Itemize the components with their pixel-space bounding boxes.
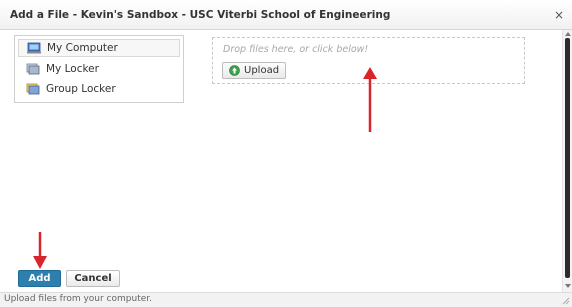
- source-sidebar: My Computer My Locker Group Locker: [14, 35, 184, 103]
- dialog-title: Add a File - Kevin's Sandbox - USC Viter…: [10, 9, 391, 21]
- upload-button[interactable]: Upload: [222, 62, 286, 79]
- annotation-arrow-down-icon: [33, 232, 47, 269]
- annotation-arrow-up-icon: [363, 67, 377, 132]
- add-button[interactable]: Add: [18, 270, 61, 287]
- scroll-down-icon[interactable]: [565, 284, 571, 288]
- upload-label: Upload: [244, 65, 280, 76]
- cancel-button[interactable]: Cancel: [66, 270, 120, 287]
- locker-icon: [26, 63, 40, 75]
- sidebar-item-label: My Computer: [47, 42, 118, 54]
- scroll-up-icon[interactable]: [565, 32, 571, 36]
- dialog-titlebar: Add a File - Kevin's Sandbox - USC Viter…: [0, 0, 572, 30]
- sidebar-item-my-computer[interactable]: My Computer: [18, 39, 180, 57]
- sidebar-item-my-locker[interactable]: My Locker: [18, 60, 180, 78]
- sidebar-item-label: My Locker: [46, 63, 99, 75]
- upload-icon: [229, 65, 240, 76]
- sidebar-item-group-locker[interactable]: Group Locker: [18, 80, 180, 98]
- drop-hint-text: Drop files here, or click below!: [223, 44, 369, 55]
- status-text: Upload files from your computer.: [4, 294, 152, 304]
- scroll-thumb[interactable]: [565, 38, 570, 278]
- status-bar: Upload files from your computer.: [0, 292, 572, 307]
- close-button[interactable]: ×: [552, 8, 566, 22]
- vertical-scrollbar[interactable]: [562, 30, 572, 292]
- computer-icon: [27, 42, 41, 54]
- sidebar-item-label: Group Locker: [46, 83, 116, 95]
- resize-grip-icon[interactable]: [561, 296, 570, 305]
- group-locker-icon: [26, 83, 40, 95]
